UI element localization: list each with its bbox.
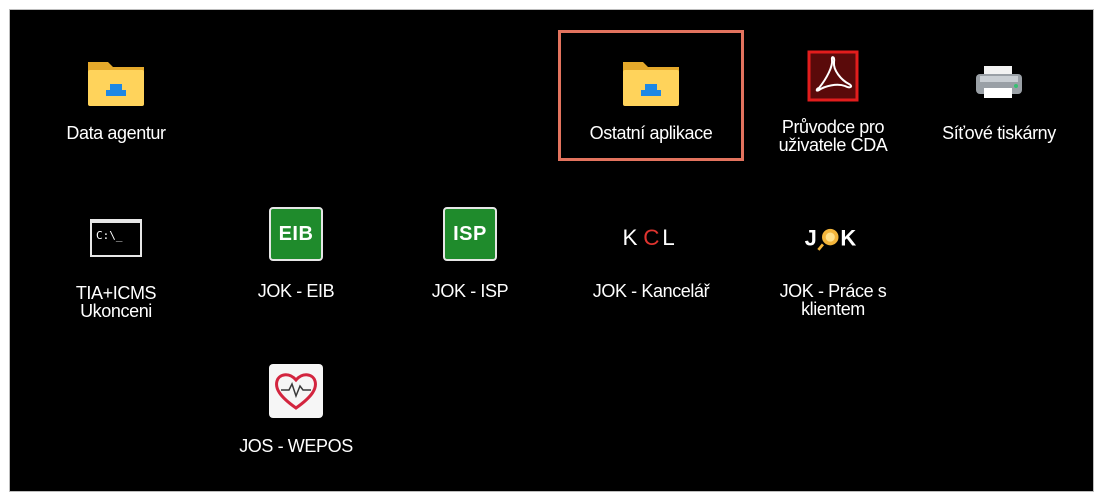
desktop-icon-jok-eib[interactable]: EIB JOK - EIB [211, 198, 381, 300]
desktop-icon-pruvodce-cda[interactable]: Průvodce pro uživatele CDA [748, 40, 918, 154]
desktop-icon-data-agentur[interactable]: Data agentur [31, 46, 201, 142]
label-line: Průvodce pro [781, 117, 885, 137]
desktop-icon-label: JOS - WEPOS [239, 436, 353, 456]
desktop: Data agentur Ostatní aplikace Průvodce p… [9, 9, 1094, 492]
terminal-icon: C:\_ [84, 206, 148, 270]
heart-icon [264, 359, 328, 423]
isp-badge-icon: ISP [438, 202, 502, 266]
svg-text:K: K [622, 225, 640, 250]
desktop-icon-jok-prace-s-klientem[interactable]: J K JOK - Práce s klientem [748, 202, 918, 318]
svg-text:L: L [662, 225, 675, 250]
terminal-text: C:\_ [96, 229, 123, 242]
desktop-icon-jok-kancelar[interactable]: K C L JOK - Kancelář [566, 202, 736, 300]
desktop-icon-jos-wepos[interactable]: JOS - WEPOS [211, 355, 381, 455]
label-line: JOK - Práce s [779, 281, 887, 301]
jok-logo-icon: J K [801, 206, 865, 270]
desktop-icon-tia-icms[interactable]: C:\_ TIA+ICMS Ukonceni [31, 202, 201, 320]
label-line: klientem [801, 299, 865, 319]
desktop-icon-label: Průvodce pro uživatele CDA [779, 118, 888, 154]
badge-text: EIB [269, 207, 323, 261]
label-line: TIA+ICMS [75, 283, 157, 303]
printer-icon [967, 50, 1031, 114]
desktop-icon-label: Síťové tiskárny [942, 123, 1056, 143]
desktop-icon-sitove-tiskarny[interactable]: Síťové tiskárny [914, 46, 1084, 142]
kcl-logo-icon: K C L [619, 206, 683, 270]
svg-text:J: J [805, 225, 817, 250]
desktop-icon-label: JOK - Kancelář [592, 281, 710, 301]
desktop-icon-jok-isp[interactable]: ISP JOK - ISP [385, 198, 555, 300]
desktop-icon-label: JOK - Práce s klientem [780, 282, 887, 318]
svg-text:K: K [840, 225, 856, 250]
label-line: Ukonceni [80, 301, 152, 321]
folder-icon [84, 50, 148, 114]
desktop-icon-label: JOK - EIB [257, 281, 335, 301]
selection-highlight [558, 30, 744, 161]
desktop-icon-label: Data agentur [66, 123, 166, 143]
svg-text:C: C [643, 225, 659, 250]
label-line: uživatele CDA [778, 135, 888, 155]
badge-text: ISP [443, 207, 497, 261]
desktop-icon-label: TIA+ICMS Ukonceni [75, 283, 157, 321]
eib-badge-icon: EIB [264, 202, 328, 266]
pdf-icon [801, 44, 865, 108]
desktop-icon-label: JOK - ISP [431, 281, 509, 301]
